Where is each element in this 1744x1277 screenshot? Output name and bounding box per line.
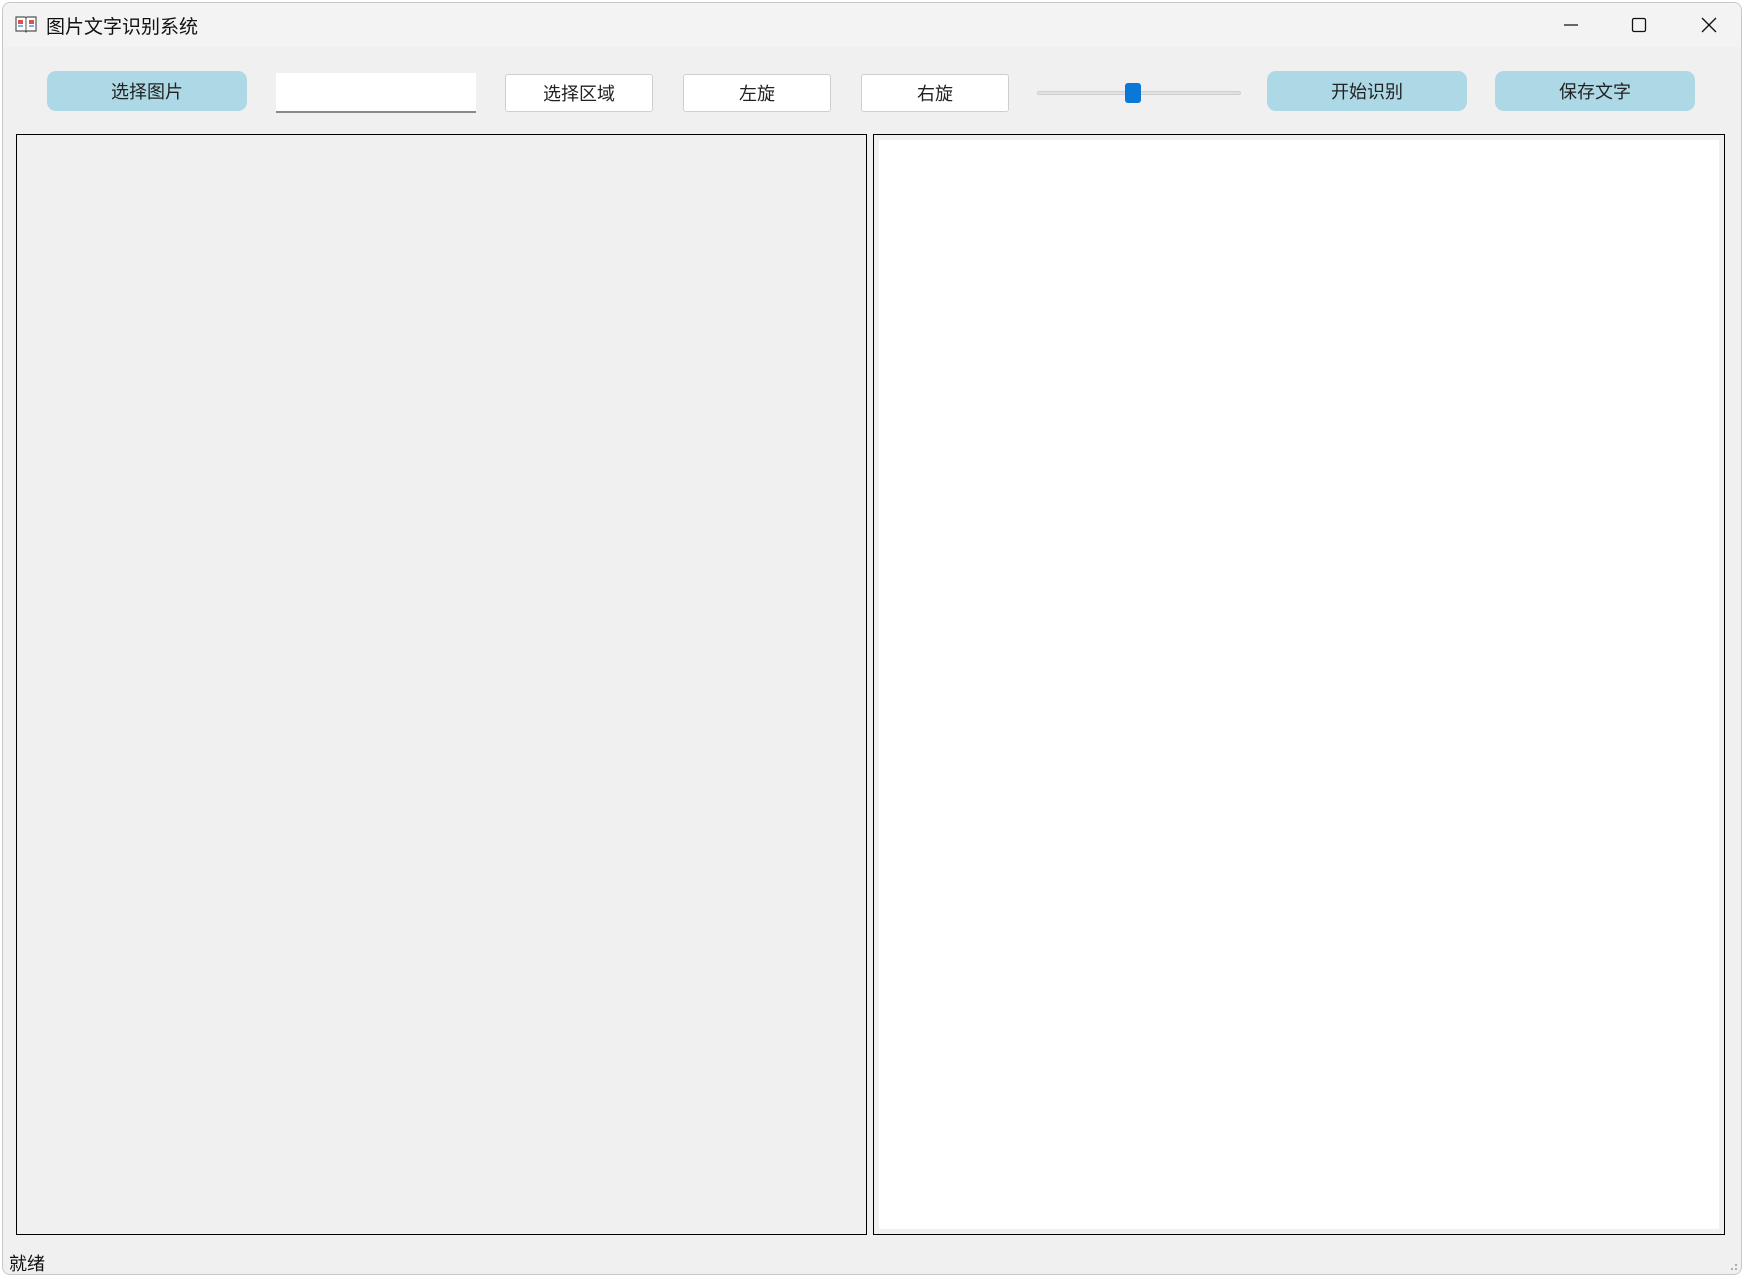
maximize-button[interactable] [1605,3,1673,47]
title-bar[interactable]: 图片文字识别系统 [3,3,1741,47]
image-display-panel[interactable] [16,134,867,1235]
image-path-input[interactable] [276,73,476,113]
status-label: 就绪 [9,1254,45,1275]
rotate-left-button[interactable]: 左旋 [683,74,831,112]
save-text-button[interactable]: 保存文字 [1495,71,1695,111]
start-recognition-button[interactable]: 开始识别 [1267,71,1467,111]
close-icon [1701,17,1717,33]
text-output-panel [873,134,1725,1235]
zoom-slider[interactable] [1037,75,1241,111]
window-title: 图片文字识别系统 [46,16,199,38]
minimize-button[interactable] [1537,3,1605,47]
select-image-button[interactable]: 选择图片 [47,71,247,111]
maximize-icon [1631,17,1647,33]
resize-grip-icon[interactable] [1725,1258,1739,1272]
open-book-icon [15,16,37,33]
recognized-text-area[interactable] [879,140,1719,1229]
select-region-button[interactable]: 选择区域 [505,74,653,112]
main-window: 图片文字识别系统 选择图片 选择区域 左旋 右旋 开始识别 保存文字 就绪 [2,2,1742,1275]
slider-thumb[interactable] [1125,83,1142,103]
close-button[interactable] [1675,3,1741,47]
rotate-right-button[interactable]: 右旋 [861,74,1009,112]
minimize-icon [1564,24,1578,26]
